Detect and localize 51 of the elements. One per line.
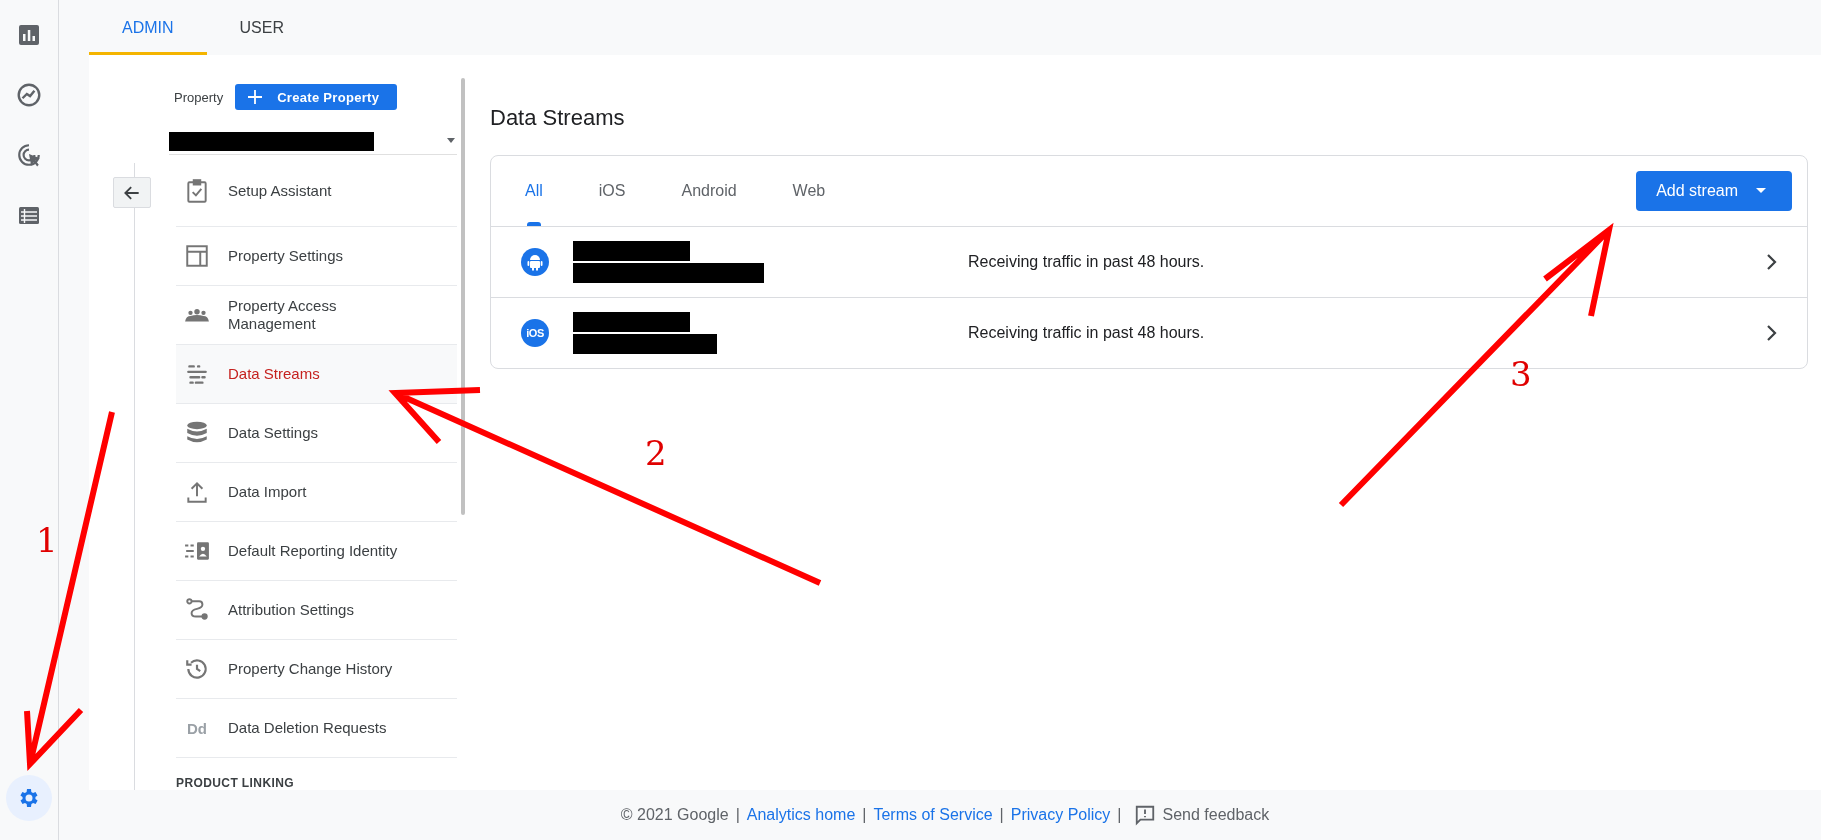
history-icon [184,656,210,682]
admin-tab[interactable]: USER [206,0,317,55]
send-feedback-button[interactable]: Send feedback [1134,804,1270,826]
separator: | [735,806,740,824]
chevron-icon [1765,324,1777,342]
status-text: Receiving traffic in past 48 hours. [968,253,1206,271]
layout-icon [184,243,210,269]
separator: | [1117,806,1122,824]
menu-item[interactable]: Dd Data Deletion Requests [176,699,457,758]
filter-tab[interactable]: Android [667,156,751,226]
property-label: Property [174,89,224,105]
caret-icon [447,138,455,144]
step-number: 1 [36,520,58,560]
clipboard-check-icon [184,177,210,204]
back-button[interactable] [113,177,151,208]
footer-link[interactable]: Privacy Policy [1010,806,1111,824]
settings-icon[interactable] [6,775,52,821]
scrollbar[interactable] [461,78,465,515]
status-text: Receiving traffic in past 48 hours. [968,324,1206,342]
separator: | [999,806,1004,824]
plus-icon [247,89,264,105]
menu-item[interactable]: Setup Assistant [176,155,457,227]
feedback-icon [1134,804,1157,826]
caret-icon [1756,188,1766,194]
filter-tab[interactable]: Web [778,156,840,226]
menu-item[interactable]: Default Reporting Identity [176,522,457,581]
menu-item[interactable]: Data Import [176,463,457,522]
footer-link[interactable]: Terms of Service [873,806,993,824]
filter-tab[interactable]: All [511,156,557,226]
step-number: 2 [645,433,667,473]
menu-item[interactable]: Property Change History [176,640,457,699]
footer-link[interactable]: Analytics home [746,806,856,824]
chevron-icon [1765,253,1777,271]
route-icon [184,597,210,623]
filter-tab[interactable]: iOS [584,156,640,226]
copyright-text: © 2021 Google [620,806,729,824]
ios-icon: iOS [521,319,549,347]
step-number: 3 [1510,354,1532,394]
android-icon [521,248,549,276]
menu-item[interactable]: Data Streams [176,345,457,404]
section-heading: PRODUCT LINKING [175,775,295,790]
separator: | [862,806,867,824]
letters-icon: Dd [184,719,210,737]
upload-icon [184,479,210,505]
add-stream-button[interactable]: Add stream [1636,171,1792,211]
stream-row[interactable]: Receiving traffic in past 48 hours. [491,227,1807,298]
menu-item[interactable]: Data Settings [176,404,457,463]
menu-item[interactable]: Attribution Settings [176,581,457,640]
page-title: Data Streams [490,105,626,131]
create-property-button[interactable]: Create Property [235,84,398,110]
menu-item[interactable]: Property Settings [176,227,457,286]
